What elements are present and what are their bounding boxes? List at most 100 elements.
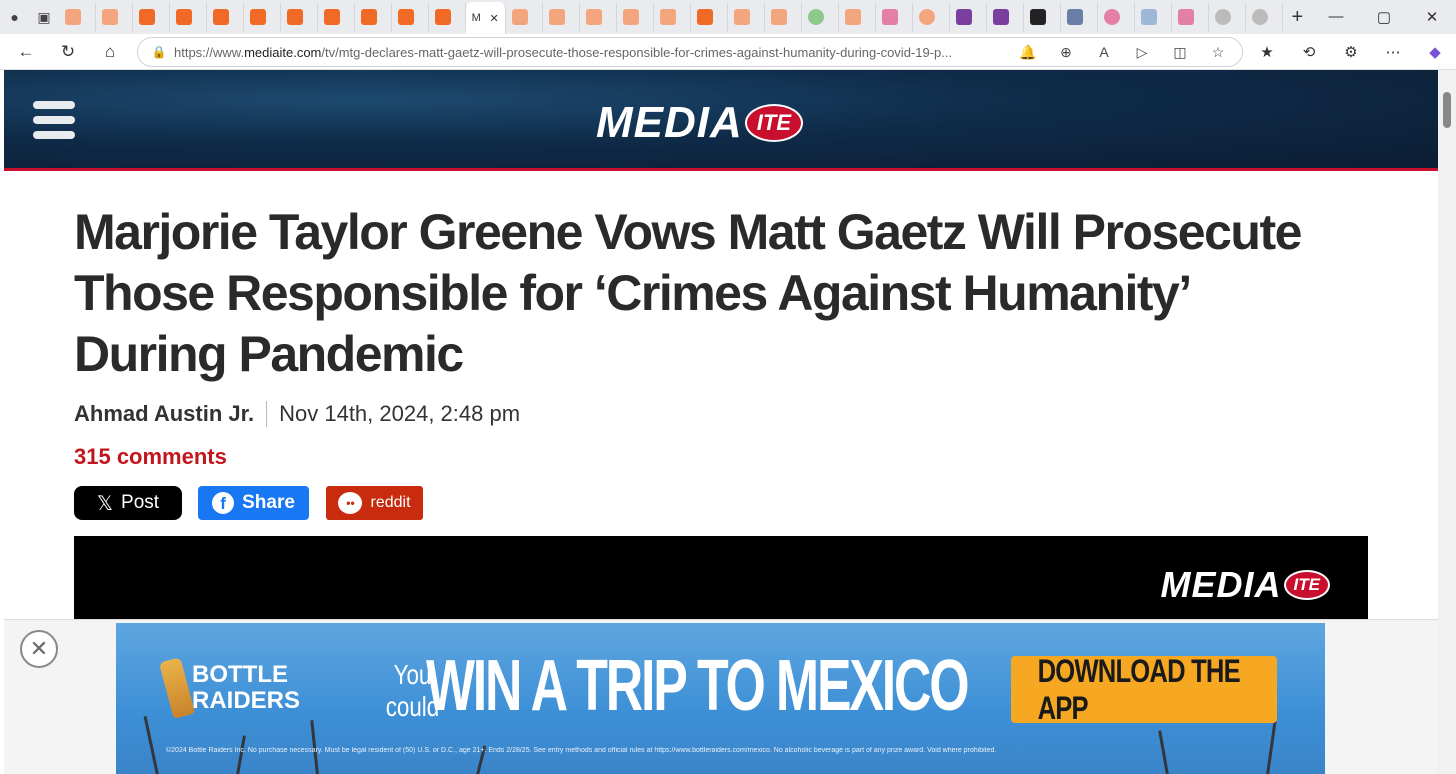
browser-tab[interactable] [133, 3, 170, 31]
news-favicon-icon [1066, 9, 1083, 25]
app-available-icon[interactable]: ▷ [1126, 44, 1158, 61]
tab-strip: M ✕ [59, 0, 1283, 34]
browser-tab[interactable] [913, 3, 950, 31]
video-logo-media-text: MEDIA [1160, 564, 1282, 605]
close-tab-icon[interactable]: ✕ [489, 12, 498, 25]
split-screen-icon[interactable]: ◫ [1164, 44, 1196, 61]
browser-tab[interactable] [1135, 3, 1172, 31]
browser-tab[interactable] [802, 3, 839, 31]
logo-media-text: MEDIA [596, 98, 743, 147]
minimize-button[interactable]: — [1312, 8, 1360, 26]
ad-cta-label: DOWNLOAD THE APP [1037, 652, 1241, 726]
refresh-button[interactable]: ↻ [48, 34, 88, 70]
browser-tab[interactable] [691, 3, 728, 31]
scrollbar-thumb[interactable] [1443, 92, 1451, 128]
browser-tab[interactable] [506, 3, 543, 31]
sticky-ad-container: ✕ BOTTLE RAIDERS You could WIN A TRIP TO… [4, 619, 1438, 774]
ad-close-button[interactable]: ✕ [20, 630, 58, 668]
browser-tab[interactable] [1061, 3, 1098, 31]
url-text[interactable]: https://www.mediaite.com/tv/mtg-declares… [174, 45, 994, 60]
back-button[interactable]: ← [6, 34, 46, 70]
browser-tab[interactable] [1024, 3, 1061, 31]
browser-tab[interactable] [96, 3, 133, 31]
brand-line-1: BOTTLE [192, 661, 288, 688]
browser-tab[interactable] [355, 3, 392, 31]
favorites-icon[interactable]: ★ [1246, 43, 1288, 61]
author-link[interactable]: Ahmad Austin Jr. [74, 401, 254, 427]
browser-tab[interactable] [950, 3, 987, 31]
browser-tab[interactable] [207, 3, 244, 31]
profile-icon[interactable]: ● [0, 2, 29, 32]
url-domain: mediaite.com [244, 44, 322, 60]
logo-ite-badge: ITE [744, 104, 804, 142]
browser-tab-active[interactable]: M ✕ [465, 2, 506, 34]
facebook-icon: f [212, 492, 235, 514]
favorite-star-icon[interactable]: ☆ [1202, 44, 1234, 61]
browser-tab[interactable] [59, 3, 96, 31]
new-tab-button[interactable]: + [1283, 6, 1312, 29]
url-path: /tv/mtg-declares-matt-gaetz-will-prosecu… [321, 44, 953, 60]
more-menu-icon[interactable]: ⋯ [1372, 43, 1414, 61]
bookmark-favicon-icon [397, 9, 414, 25]
copilot-icon[interactable]: ◆ [1414, 43, 1456, 61]
bookmark-favicon-icon [434, 9, 451, 25]
video-watermark-logo: MEDIA ITE [1161, 564, 1330, 606]
share-x-button[interactable]: 𝕏 Post [74, 486, 182, 520]
browser-tab[interactable] [728, 3, 765, 31]
bookmark-favicon-icon [696, 9, 713, 25]
browser-tab[interactable] [1172, 3, 1209, 31]
browser-tab[interactable] [543, 3, 580, 31]
browser-tab[interactable] [244, 3, 281, 31]
window-controls: — ▢ ✕ [1312, 8, 1456, 26]
video-player[interactable]: MEDIA ITE [74, 536, 1368, 620]
browser-tab[interactable] [839, 3, 876, 31]
close-window-button[interactable]: ✕ [1408, 8, 1456, 26]
browser-tab[interactable] [170, 3, 207, 31]
ad-headline: WIN A TRIP TO MEXICO [426, 646, 970, 726]
hamburger-menu-icon[interactable] [33, 101, 75, 139]
share-x-label: Post [121, 492, 160, 513]
bookmark-favicon-icon [212, 9, 229, 25]
bookmark-favicon-icon [64, 9, 81, 25]
read-aloud-icon[interactable]: A [1088, 44, 1120, 61]
x-logo-icon: 𝕏 [96, 492, 114, 515]
browser-tab[interactable] [281, 3, 318, 31]
tab-actions-icon[interactable]: ▣ [29, 2, 58, 32]
article-headline: Marjorie Taylor Greene Vows Matt Gaetz W… [74, 204, 1302, 382]
history-icon[interactable]: ⟲ [1288, 43, 1330, 61]
bottle-icon [158, 657, 196, 719]
browser-tab[interactable] [318, 3, 355, 31]
comments-link[interactable]: 315 comments [74, 444, 227, 470]
browser-tab[interactable] [987, 3, 1024, 31]
yahoo-favicon-icon [955, 9, 972, 25]
browser-tab[interactable] [392, 3, 429, 31]
site-logo[interactable]: MEDIA ITE [596, 98, 804, 148]
bookmark-favicon-icon [323, 9, 340, 25]
notification-bell-icon[interactable]: 🔔 [1012, 44, 1044, 61]
home-button[interactable]: ⌂ [90, 34, 130, 70]
share-reddit-label: reddit [370, 494, 411, 511]
page-scrollbar[interactable] [1438, 70, 1456, 774]
browser-tab[interactable] [580, 3, 617, 31]
ad-download-button[interactable]: DOWNLOAD THE APP [1011, 653, 1277, 726]
browser-tab[interactable] [765, 3, 802, 31]
browser-tab[interactable] [617, 3, 654, 31]
extensions-icon[interactable]: ⚙ [1330, 43, 1372, 61]
browser-tab[interactable] [654, 3, 691, 31]
toolbar-right-icons: ★ ⟲ ⚙ ⋯ ◆ [1246, 34, 1456, 70]
maximize-button[interactable]: ▢ [1360, 8, 1408, 26]
browser-tab[interactable] [1098, 3, 1135, 31]
zoom-icon[interactable]: ⊕ [1050, 44, 1082, 61]
browser-tab[interactable] [876, 3, 913, 31]
ad-banner[interactable]: BOTTLE RAIDERS You could WIN A TRIP TO M… [116, 623, 1325, 774]
address-bar[interactable]: 🔒 https://www.mediaite.com/tv/mtg-declar… [137, 37, 1243, 67]
share-facebook-button[interactable]: f Share [198, 486, 309, 520]
browser-tab[interactable] [1246, 3, 1283, 31]
bookmark-favicon-icon [733, 9, 750, 25]
bookmark-favicon-icon [138, 9, 155, 25]
browser-tab[interactable] [429, 3, 466, 31]
share-reddit-button[interactable]: •• reddit [326, 486, 423, 520]
bookmark-favicon-icon [175, 9, 192, 25]
lock-icon[interactable]: 🔒 [144, 45, 174, 59]
browser-tab[interactable] [1209, 3, 1246, 31]
